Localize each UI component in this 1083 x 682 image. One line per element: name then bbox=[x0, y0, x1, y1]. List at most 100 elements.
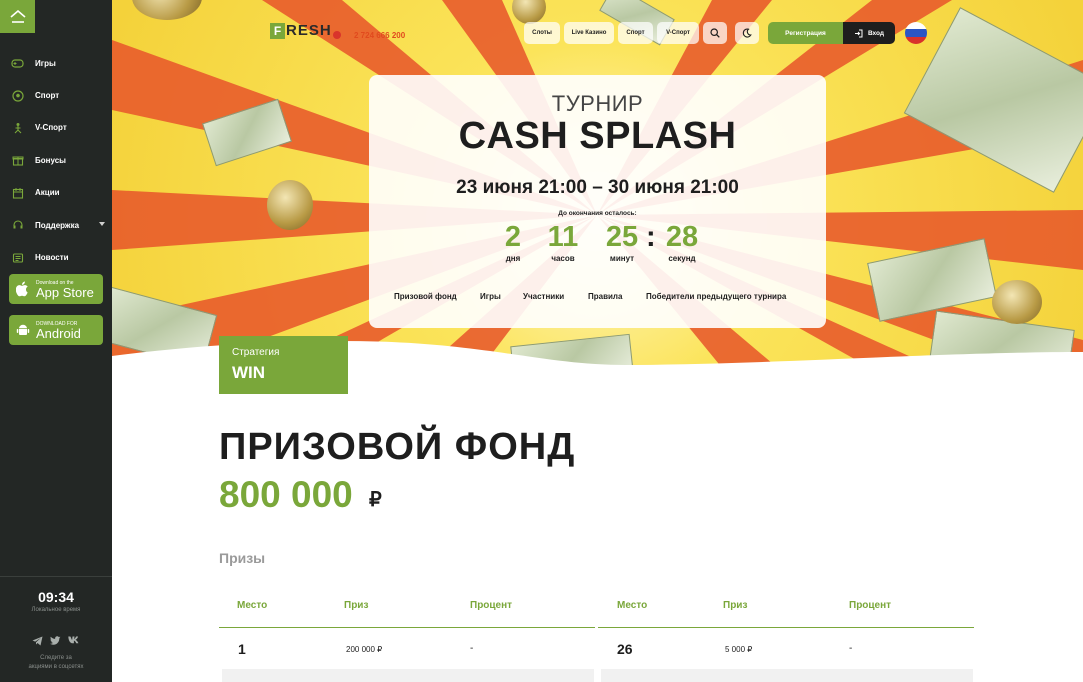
table-cell-place: 26 bbox=[617, 641, 633, 657]
sidebar-item-label: Бонусы bbox=[35, 155, 66, 165]
table-row bbox=[222, 669, 594, 682]
telegram-icon[interactable] bbox=[32, 636, 43, 648]
table-cell-percent: - bbox=[849, 643, 853, 654]
countdown-seconds: 28 секунд bbox=[652, 220, 712, 263]
nav-sport[interactable]: Спорт bbox=[618, 22, 653, 44]
nav-slots[interactable]: Слоты bbox=[524, 22, 560, 44]
tab-previous-winners[interactable]: Победители предыдущего турнира bbox=[646, 292, 786, 301]
search-icon bbox=[710, 28, 720, 38]
brand-letter: F bbox=[270, 22, 285, 39]
home-logo-button[interactable] bbox=[0, 0, 35, 33]
calendar-icon bbox=[11, 186, 24, 199]
sidebar-item-support[interactable]: Поддержка bbox=[0, 209, 112, 241]
sidebar-item-vsport[interactable]: V-Спорт bbox=[0, 112, 112, 144]
apple-icon bbox=[16, 281, 30, 297]
android-icon bbox=[16, 323, 30, 337]
prize-fund-currency: ₽ bbox=[369, 489, 382, 511]
brand-name: RESH bbox=[286, 22, 332, 39]
support-icon bbox=[11, 219, 24, 232]
nav-live-casino[interactable]: Live Казино bbox=[564, 22, 614, 44]
strategy-label: Стратегия bbox=[232, 347, 280, 358]
sidebar-item-label: Спорт bbox=[35, 91, 60, 101]
col-header-place: Место bbox=[617, 600, 648, 611]
language-flag-ru[interactable] bbox=[905, 22, 927, 44]
table-divider bbox=[219, 627, 595, 628]
sidebar-item-label: V-Спорт bbox=[35, 123, 67, 133]
col-header-percent: Процент bbox=[470, 600, 513, 611]
chevron-down-icon bbox=[99, 221, 105, 226]
countdown-label: До окончания осталось: bbox=[558, 210, 637, 217]
sidebar-item-label: Поддержка bbox=[35, 220, 80, 230]
col-header-percent: Процент bbox=[849, 600, 892, 611]
tab-prize-fund[interactable]: Призовой фонд bbox=[394, 292, 457, 301]
tournament-card: ТУРНИР CASH SPLASH 23 июня 21:00 – 30 ию… bbox=[369, 75, 826, 328]
sidebar-item-news[interactable]: Новости bbox=[0, 241, 112, 273]
android-big-text: Android bbox=[36, 325, 81, 341]
countdown-value: 11 bbox=[547, 221, 579, 253]
app-store-big-text: App Store bbox=[36, 284, 94, 300]
sidebar: Игры Спорт V-Спорт Бонусы Акции Поддержк… bbox=[0, 0, 112, 682]
table-divider bbox=[598, 627, 974, 628]
sidebar-item-games[interactable]: Игры bbox=[0, 47, 112, 79]
nav-vsport[interactable]: V-Спорт bbox=[657, 22, 699, 44]
social-links bbox=[0, 636, 112, 648]
sidebar-menu: Игры Спорт V-Спорт Бонусы Акции Поддержк… bbox=[0, 47, 112, 274]
table-cell-prize: 200 000 ₽ bbox=[346, 645, 383, 654]
login-label: Вход bbox=[867, 29, 885, 37]
col-header-prize: Приз bbox=[723, 600, 748, 611]
tournament-title: CASH SPLASH bbox=[458, 115, 737, 157]
countdown-value: 28 bbox=[665, 221, 699, 253]
prizes-heading: Призы bbox=[219, 550, 266, 566]
sidebar-item-label: Новости bbox=[35, 253, 69, 263]
tournament-dates: 23 июня 21:00 – 30 июня 21:00 bbox=[456, 177, 739, 198]
sidebar-item-label: Акции bbox=[35, 188, 60, 198]
login-button[interactable]: Вход bbox=[843, 22, 895, 44]
twitter-icon[interactable] bbox=[50, 636, 61, 648]
sidebar-item-bonuses[interactable]: Бонусы bbox=[0, 144, 112, 176]
countdown-unit: минут bbox=[609, 254, 635, 263]
home-icon bbox=[9, 9, 26, 23]
theme-toggle-button[interactable] bbox=[735, 22, 759, 44]
news-icon bbox=[11, 251, 24, 264]
table-cell-percent: - bbox=[470, 643, 474, 654]
register-button[interactable]: Регистрация bbox=[768, 22, 843, 44]
virtual-sport-icon bbox=[11, 121, 24, 134]
col-header-place: Место bbox=[237, 600, 268, 611]
social-caption-line-2: акциями в соцсетях bbox=[28, 664, 84, 670]
table-cell-prize: 5 000 ₽ bbox=[725, 645, 753, 654]
local-time: 09:34 bbox=[38, 589, 74, 605]
sidebar-item-label: Игры bbox=[35, 58, 56, 68]
brand-logo[interactable]: F RESH bbox=[270, 22, 341, 39]
sidebar-divider bbox=[0, 576, 112, 577]
gift-icon bbox=[11, 154, 24, 167]
countdown-hours: 11 часов bbox=[533, 220, 593, 263]
prize-fund-title: ПРИЗОВОЙ ФОНД bbox=[219, 426, 576, 468]
sidebar-item-promotions[interactable]: Акции bbox=[0, 177, 112, 209]
tab-participants[interactable]: Участники bbox=[523, 292, 564, 301]
phone-number[interactable]: 2 724 666 200 bbox=[354, 31, 405, 40]
strategy-badge: Стратегия WIN bbox=[219, 336, 348, 394]
tab-games[interactable]: Игры bbox=[480, 292, 501, 301]
countdown-unit: секунд bbox=[668, 254, 696, 263]
vk-icon[interactable] bbox=[68, 636, 80, 648]
countdown-minutes: 25 минут bbox=[592, 220, 652, 263]
cherry-icon bbox=[332, 30, 341, 39]
countdown-value: 25 bbox=[605, 221, 639, 253]
gamepad-icon bbox=[11, 57, 24, 70]
strategy-value: WIN bbox=[232, 363, 266, 382]
soccer-ball-icon bbox=[11, 89, 24, 102]
social-caption: Следите за акциями в соцсетях bbox=[0, 654, 112, 672]
search-button[interactable] bbox=[703, 22, 727, 44]
tournament-subtitle: ТУРНИР bbox=[551, 91, 644, 116]
prize-fund-amount: 800 000 bbox=[219, 474, 353, 515]
col-header-prize: Приз bbox=[344, 600, 369, 611]
moon-icon bbox=[742, 28, 752, 38]
tab-rules[interactable]: Правила bbox=[588, 292, 622, 301]
table-row bbox=[601, 669, 973, 682]
table-cell-place: 1 bbox=[238, 641, 246, 657]
android-button[interactable]: DOWNLOAD FOR Android bbox=[9, 315, 103, 345]
social-caption-line-1: Следите за bbox=[40, 655, 72, 661]
sidebar-item-sport[interactable]: Спорт bbox=[0, 79, 112, 111]
app-store-button[interactable]: Download on the App Store bbox=[9, 274, 103, 304]
local-time-label: Локальное время bbox=[31, 607, 81, 613]
